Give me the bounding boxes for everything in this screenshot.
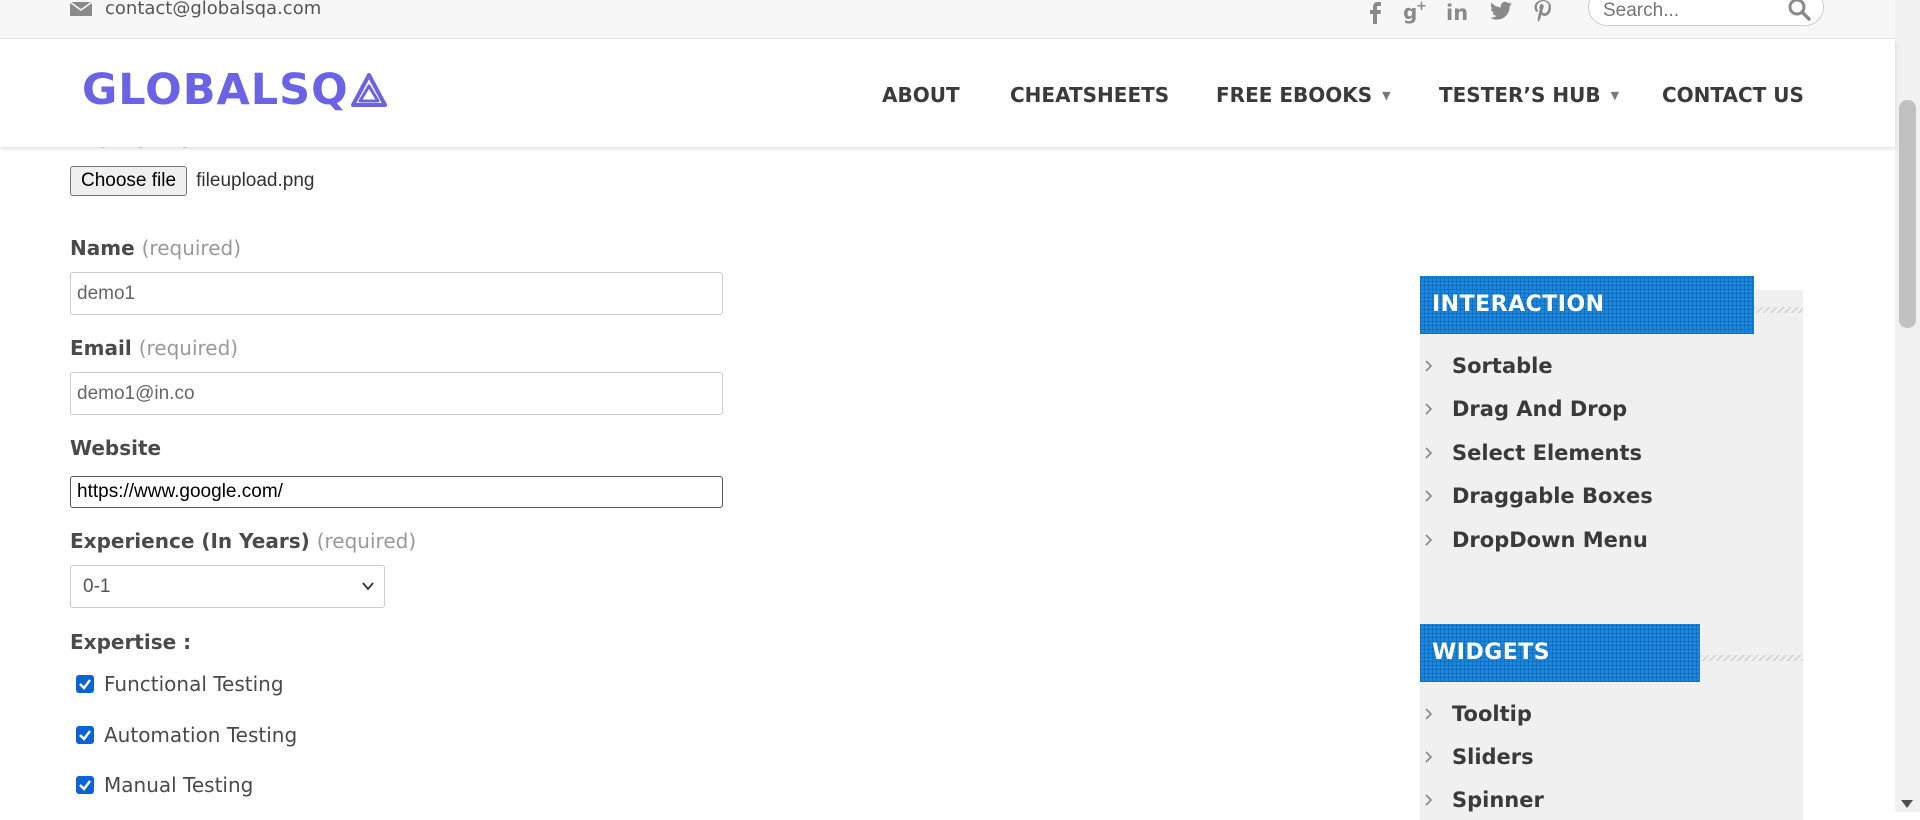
experience-select[interactable]: 0-1 <box>70 565 385 608</box>
sidebar-item-dropdown-menu[interactable]: DropDown Menu <box>1424 528 1648 552</box>
pinterest-icon[interactable] <box>1530 0 1556 28</box>
title-divider <box>1754 307 1803 313</box>
experience-label: Experience (In Years) (required) <box>70 529 417 553</box>
widgets-widget-title: WIDGETS <box>1420 624 1700 682</box>
scrollbar-thumb[interactable] <box>1899 100 1916 328</box>
sidebar-item-sortable[interactable]: Sortable <box>1424 354 1553 378</box>
sidebar-item-sliders[interactable]: Sliders <box>1424 745 1534 769</box>
sidebar-item-draggable-boxes[interactable]: Draggable Boxes <box>1424 484 1653 508</box>
expertise-option[interactable]: Functional Testing <box>76 672 284 696</box>
checkbox-checked[interactable] <box>76 726 94 744</box>
chevron-right-icon <box>1425 751 1433 763</box>
interaction-widget-title: INTERACTION <box>1420 276 1754 334</box>
search-input[interactable] <box>1601 0 1785 23</box>
logo-triangle-icon <box>350 73 387 107</box>
svg-text:in: in <box>1446 1 1468 24</box>
mail-icon <box>70 2 92 16</box>
site-header: GLOBALSQ ABOUT CHEATSHEETS FREE EBOOKS ▼ … <box>0 39 1895 147</box>
name-field[interactable] <box>70 272 723 315</box>
chevron-right-icon <box>1425 403 1433 415</box>
title-divider <box>1700 655 1803 661</box>
website-label: Website <box>70 436 162 460</box>
linkedin-icon[interactable]: in <box>1446 0 1472 28</box>
email-field[interactable] <box>70 372 723 415</box>
contact-email[interactable]: contact@globalsqa.com <box>105 0 321 19</box>
sidebar-item-select-elements[interactable]: Select Elements <box>1424 441 1642 465</box>
page-scrollbar[interactable] <box>1895 0 1920 812</box>
site-logo[interactable]: GLOBALSQ <box>82 65 387 115</box>
nav-contact-us[interactable]: CONTACT US <box>1662 83 1804 107</box>
chevron-right-icon <box>1425 447 1433 459</box>
expertise-option[interactable]: Manual Testing <box>76 773 253 797</box>
nav-testers-hub[interactable]: TESTER’S HUB ▼ <box>1439 83 1619 107</box>
top-bar: contact@globalsqa.com g + in <box>0 0 1895 39</box>
chevron-right-icon <box>1425 360 1433 372</box>
twitter-icon[interactable] <box>1488 0 1514 28</box>
scroll-down-arrow-icon[interactable] <box>1901 800 1913 808</box>
sidebar-item-spinner[interactable]: Spinner <box>1424 788 1544 812</box>
google-plus-icon[interactable]: g + <box>1403 0 1429 28</box>
chevron-down-icon <box>362 582 374 591</box>
chevron-down-icon: ▼ <box>1382 89 1391 102</box>
search-box[interactable] <box>1588 0 1824 26</box>
website-field[interactable] <box>70 476 723 508</box>
svg-text:+: + <box>1416 0 1427 14</box>
nav-free-ebooks[interactable]: FREE EBOOKS ▼ <box>1216 83 1391 107</box>
expertise-option[interactable]: Automation Testing <box>76 723 297 747</box>
chevron-right-icon <box>1425 708 1433 720</box>
search-icon[interactable] <box>1787 0 1811 21</box>
chevron-right-icon <box>1425 490 1433 502</box>
nav-cheatsheets[interactable]: CHEATSHEETS <box>1010 83 1169 107</box>
chevron-right-icon <box>1425 794 1433 806</box>
facebook-icon[interactable] <box>1362 0 1388 28</box>
nav-about[interactable]: ABOUT <box>882 83 960 107</box>
expertise-label: Expertise : <box>70 630 192 654</box>
chevron-right-icon <box>1425 534 1433 546</box>
sidebar-item-drag-and-drop[interactable]: Drag And Drop <box>1424 397 1627 421</box>
checkbox-checked[interactable] <box>76 675 94 693</box>
choose-file-button[interactable]: Choose file <box>70 166 188 196</box>
file-name: fileupload.png <box>196 170 315 191</box>
chevron-down-icon: ▼ <box>1610 89 1620 102</box>
name-label: Name (required) <box>70 236 242 260</box>
sidebar-item-tooltip[interactable]: Tooltip <box>1424 702 1532 726</box>
email-label: Email (required) <box>70 336 239 360</box>
file-upload: Choose file fileupload.png <box>70 166 314 196</box>
checkbox-checked[interactable] <box>76 776 94 794</box>
